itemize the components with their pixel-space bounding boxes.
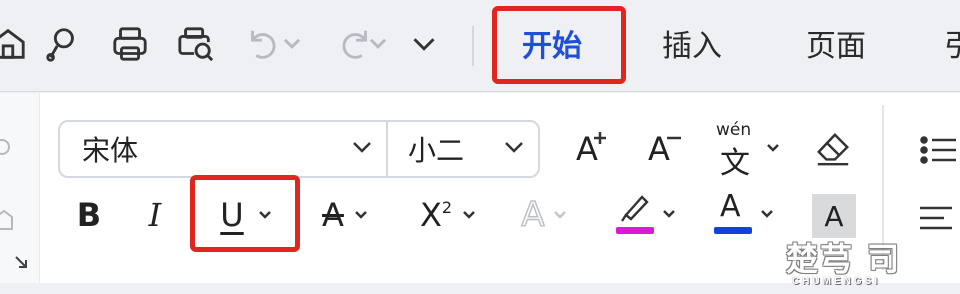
format-painter-icon[interactable] xyxy=(40,22,84,66)
superscript-letter: X xyxy=(419,196,442,234)
quick-access-toolbar: 开始 插入 页面 引 xyxy=(0,0,960,92)
bullet-list-button[interactable] xyxy=(912,126,960,174)
highlighter-pen-icon xyxy=(621,195,649,222)
italic-button[interactable]: I xyxy=(132,190,178,240)
decrease-font-size-button[interactable]: A xyxy=(634,124,684,174)
text-effect-chevron-icon xyxy=(553,211,566,219)
font-size-chevron-icon xyxy=(505,142,523,153)
font-family-chevron-icon xyxy=(353,142,371,153)
clear-formatting-button[interactable] xyxy=(808,124,858,174)
watermark-logo: 楚芎 司 CHUMENGSI xyxy=(786,234,956,292)
font-color-button[interactable]: A xyxy=(706,188,780,240)
dialog-launcher-icon[interactable] xyxy=(14,255,28,269)
ribbon-left-strip xyxy=(0,93,40,283)
toolbar-divider xyxy=(472,26,474,66)
underline-callout-box xyxy=(190,175,300,252)
superscript-button[interactable]: X 2 xyxy=(408,190,488,240)
watermark-sub: CHUMENGSI xyxy=(792,276,881,287)
highlight-color-button[interactable] xyxy=(608,188,682,240)
superscript-chevron-icon xyxy=(463,211,475,219)
font-color-chevron-icon xyxy=(761,210,773,218)
phonetic-pinyin: wén xyxy=(716,120,752,140)
align-left-icon xyxy=(920,206,952,230)
redo-dropdown-chevron-icon[interactable] xyxy=(368,22,388,66)
tab-home-callout-box xyxy=(492,6,626,84)
undo-icon[interactable] xyxy=(240,22,284,66)
font-family-select[interactable]: 宋体 xyxy=(58,120,388,178)
text-effect-letter: A xyxy=(521,194,546,236)
font-color-letter: A xyxy=(720,189,741,224)
text-effect-button[interactable]: A xyxy=(508,190,580,240)
eraser-icon xyxy=(817,132,849,166)
bold-button[interactable]: B xyxy=(66,190,112,240)
watermark-brand: 楚芎 司 xyxy=(786,240,902,278)
undo-dropdown-chevron-icon[interactable] xyxy=(282,22,302,66)
tab-insert[interactable]: 插入 xyxy=(662,24,722,70)
font-family-value: 宋体 xyxy=(82,134,139,167)
increase-font-size-button[interactable]: A xyxy=(562,124,612,174)
minus-icon xyxy=(667,136,681,140)
font-color-swatch xyxy=(714,227,752,234)
character-shading-button[interactable]: A xyxy=(812,194,856,238)
bullet-list-icon xyxy=(920,136,956,164)
home-icon[interactable] xyxy=(0,22,30,66)
font-size-value: 小二 xyxy=(408,134,465,167)
strikethrough-chevron-icon xyxy=(355,211,367,219)
print-icon[interactable] xyxy=(108,22,152,66)
strikethrough-button[interactable]: A xyxy=(308,190,382,240)
superscript-mark: 2 xyxy=(441,198,453,217)
strikethrough-letter: A xyxy=(322,196,344,234)
tab-page[interactable]: 页面 xyxy=(806,24,866,70)
phonetic-guide-button[interactable]: wén 文 xyxy=(706,120,786,181)
font-size-select[interactable]: 小二 xyxy=(386,120,540,178)
tab-reference[interactable]: 引 xyxy=(944,24,960,70)
more-chevron-icon[interactable] xyxy=(402,22,446,66)
phonetic-chevron-icon xyxy=(767,144,779,152)
highlight-chevron-icon xyxy=(663,210,675,218)
plus-icon xyxy=(594,132,606,144)
highlight-color-swatch xyxy=(616,227,654,234)
print-preview-icon[interactable] xyxy=(174,22,218,66)
phonetic-char: 文 xyxy=(720,146,750,181)
